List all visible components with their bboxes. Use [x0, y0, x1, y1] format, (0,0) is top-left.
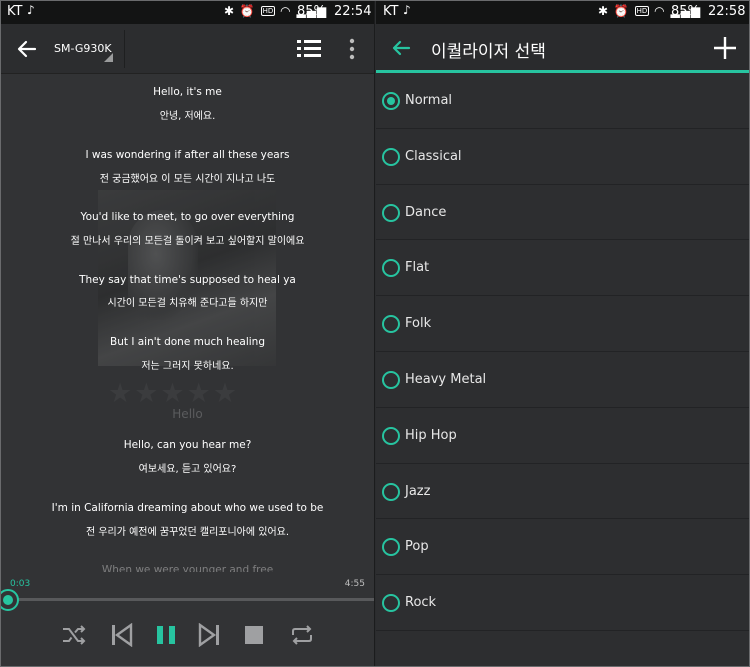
repeat-icon[interactable] [289, 623, 315, 647]
carrier-label: KT [7, 4, 23, 19]
playlist-queue-icon[interactable] [296, 37, 322, 61]
radio-icon[interactable] [382, 538, 400, 557]
back-arrow-icon[interactable] [14, 36, 40, 62]
player-screen: KT ♪ ✱ ⏰ HD ◠ ▂▄▆ 85% 22:54 SM-G930K ★★★… [0, 0, 375, 667]
toolbar-divider [124, 30, 125, 68]
previous-track-icon[interactable] [109, 623, 135, 647]
pause-icon[interactable] [154, 623, 180, 647]
player-toolbar: SM-G930K [0, 24, 374, 74]
lyric-line: 전 우리가 예전에 꿈꾸었던 캘리포니아에 있어요. [85, 527, 290, 538]
preset-label: Heavy Metal [405, 371, 487, 387]
hd-voice-icon: HD [634, 6, 650, 16]
radio-icon[interactable] [382, 203, 400, 222]
shuffle-icon[interactable] [61, 623, 87, 647]
elapsed-time: 0:03 [10, 579, 31, 589]
wifi-icon: ◠ [654, 4, 666, 18]
alarm-icon: ⏰ [239, 4, 256, 18]
seek-bar[interactable] [0, 598, 374, 601]
preset-label: Classical [405, 148, 462, 164]
clock: 22:54 [334, 4, 372, 19]
lyrics-view[interactable]: Hello, it's me 안녕, 저에요. I was wondering … [0, 84, 374, 572]
more-options-icon[interactable] [347, 38, 357, 60]
total-duration: 4:55 [344, 579, 365, 589]
preset-label: Hip Hop [405, 427, 457, 443]
radio-icon[interactable] [382, 482, 400, 501]
lyric-line: But I ain't done much healing [110, 336, 265, 348]
next-track-icon[interactable] [197, 623, 223, 647]
radio-icon[interactable] [382, 370, 400, 389]
preset-label: Dance [405, 204, 447, 220]
lyric-line: Hello, it's me [153, 86, 222, 98]
equalizer-toolbar: 이퀄라이저 선택 [376, 24, 750, 70]
battery-percent: 85% [297, 4, 326, 19]
preset-item-rock[interactable]: Rock [376, 575, 750, 631]
device-selector[interactable]: SM-G930K [54, 42, 112, 55]
lyric-line: They say that time's supposed to heal ya [79, 274, 296, 286]
preset-item-flat[interactable]: Flat [376, 240, 750, 297]
preset-label: Rock [405, 595, 437, 611]
preset-item-hip-hop[interactable]: Hip Hop [376, 408, 750, 464]
radio-icon[interactable] [382, 315, 400, 334]
page-title: 이퀄라이저 선택 [431, 42, 546, 62]
carrier-label: KT [383, 4, 399, 19]
stop-icon[interactable] [242, 623, 268, 647]
music-note-icon: ♪ [27, 3, 35, 17]
preset-item-dance[interactable]: Dance [376, 185, 750, 241]
screenshot-pair: KT ♪ ✱ ⏰ HD ◠ ▂▄▆ 85% 22:54 SM-G930K ★★★… [0, 0, 750, 667]
battery-percent: 85% [671, 4, 700, 19]
lyric-line: 안녕, 저에요. [159, 111, 216, 122]
lyric-line: 전 궁금했어요 이 모든 시간이 지나고 나도 [99, 174, 276, 185]
lyric-line: 절 만나서 우리의 모든걸 돌이켜 보고 싶어할지 말이에요 [70, 236, 305, 247]
lyric-line: When we were younger and free [101, 564, 274, 572]
radio-icon[interactable] [382, 594, 400, 613]
lyric-line: 여보세요, 듣고 있어요? [138, 464, 237, 475]
radio-icon[interactable] [382, 426, 400, 445]
preset-item-heavy-metal[interactable]: Heavy Metal [376, 352, 750, 408]
dropdown-caret-icon[interactable] [104, 53, 113, 62]
preset-label: Flat [405, 260, 430, 276]
clock: 22:58 [708, 4, 746, 19]
wifi-icon: ◠ [280, 4, 292, 18]
alarm-icon: ⏰ [613, 4, 630, 18]
preset-list: Normal Classical Dance Flat Folk Heavy M… [376, 73, 750, 631]
preset-item-folk[interactable]: Folk [376, 296, 750, 352]
back-arrow-icon[interactable] [390, 37, 412, 59]
seek-thumb[interactable] [0, 589, 19, 611]
status-bar: KT ♪ ✱ ⏰ HD ◠ ▂▄▆ 85% 22:54 [0, 0, 374, 24]
lyric-line: 저는 그러지 못하네요. [141, 361, 234, 372]
hd-voice-icon: HD [260, 6, 276, 16]
preset-label: Jazz [405, 483, 431, 499]
radio-selected-icon[interactable] [382, 92, 400, 110]
status-bar: KT ♪ ✱ ⏰ HD ◠ ▂▄▆ 85% 22:58 [376, 0, 750, 24]
radio-icon[interactable] [382, 259, 400, 278]
preset-label: Folk [405, 316, 432, 332]
lyric-line: You'd like to meet, to go over everythin… [80, 211, 295, 223]
equalizer-screen: KT ♪ ✱ ⏰ HD ◠ ▂▄▆ 85% 22:58 이퀄라이저 선택 Nor… [376, 0, 750, 667]
preset-label: Normal [405, 93, 453, 108]
radio-icon[interactable] [382, 147, 400, 166]
music-note-icon: ♪ [403, 3, 411, 17]
add-icon[interactable] [712, 35, 738, 61]
preset-item-jazz[interactable]: Jazz [376, 464, 750, 520]
bluetooth-icon: ✱ [598, 4, 610, 18]
playback-controls [0, 615, 374, 655]
preset-item-pop[interactable]: Pop [376, 519, 750, 576]
lyric-line: 시간이 모든걸 치유해 준다고들 하지만 [107, 298, 268, 309]
bluetooth-icon: ✱ [224, 4, 236, 18]
preset-label: Pop [405, 539, 429, 555]
lyric-line: I was wondering if after all these years [85, 149, 290, 161]
preset-item-classical[interactable]: Classical [376, 129, 750, 185]
preset-item-normal[interactable]: Normal [376, 73, 750, 129]
lyric-line: I'm in California dreaming about who we … [51, 502, 324, 514]
lyric-line: Hello, can you hear me? [123, 439, 252, 451]
